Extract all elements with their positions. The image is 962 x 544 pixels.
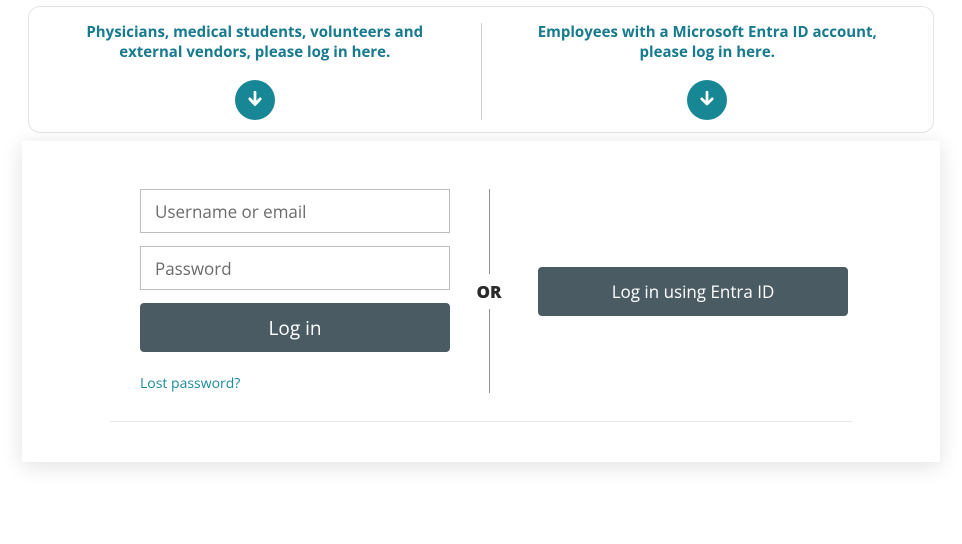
info-banner: Physicians, medical students, volunteers… xyxy=(28,6,934,133)
login-button[interactable]: Log in xyxy=(140,303,450,352)
arrow-down-icon xyxy=(687,80,727,120)
bottom-divider xyxy=(110,421,852,422)
lost-password-link[interactable]: Lost password? xyxy=(140,374,450,393)
password-input[interactable] xyxy=(140,246,450,290)
login-inner: Log in Lost password? OR Log in using En… xyxy=(70,189,892,393)
or-separator: OR xyxy=(454,189,524,393)
arrow-down-icon xyxy=(235,80,275,120)
banner-right-column: Employees with a Microsoft Entra ID acco… xyxy=(482,23,934,120)
username-input[interactable] xyxy=(140,189,450,233)
banner-left-text: Physicians, medical students, volunteers… xyxy=(67,23,443,62)
login-card: Log in Lost password? OR Log in using En… xyxy=(22,141,940,462)
entra-login-button[interactable]: Log in using Entra ID xyxy=(538,267,848,316)
banner-right-text: Employees with a Microsoft Entra ID acco… xyxy=(520,23,896,62)
entra-section: Log in using Entra ID xyxy=(538,267,848,316)
banner-left-column: Physicians, medical students, volunteers… xyxy=(29,23,482,120)
credentials-form: Log in Lost password? xyxy=(140,189,450,393)
or-label: OR xyxy=(473,274,504,309)
